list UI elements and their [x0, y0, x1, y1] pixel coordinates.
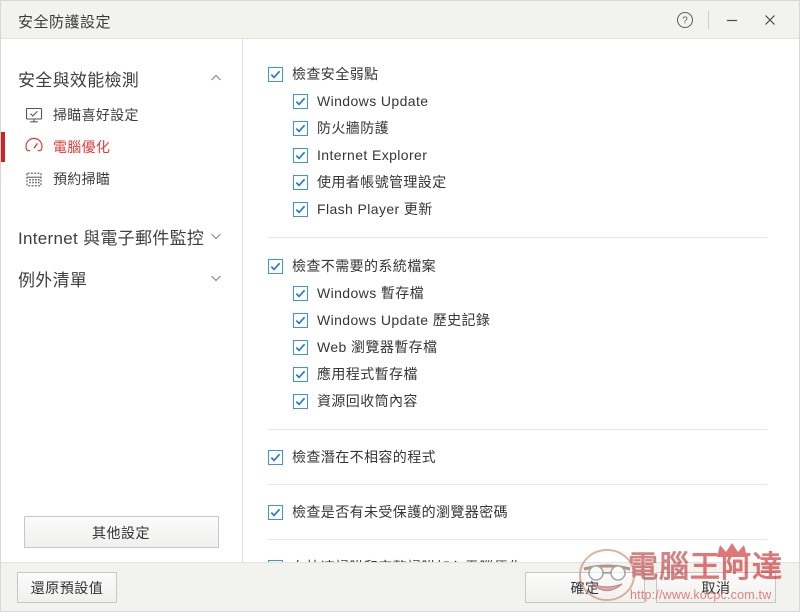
sidebar-section-security-performance[interactable]: 安全與效能檢測 [1, 57, 242, 99]
checkbox-row-windows-temp-files[interactable]: Windows 暫存檔 [244, 284, 799, 302]
window-title: 安全防護設定 [18, 14, 112, 31]
sidebar-section-label: Internet 與電子郵件監控 [18, 228, 205, 248]
checkbox[interactable] [268, 505, 283, 520]
checkbox[interactable] [293, 313, 308, 328]
checkbox-label: 檢查安全弱點 [292, 66, 379, 82]
footer-bar: 還原預設值 確定 取消 [1, 562, 799, 611]
chevron-up-icon [208, 70, 224, 86]
checkbox-row-application-cache[interactable]: 應用程式暫存檔 [244, 365, 799, 383]
sidebar-item-pc-optimization[interactable]: 電腦優化 [1, 131, 242, 163]
svg-text:?: ? [682, 16, 688, 27]
checkbox[interactable] [293, 121, 308, 136]
option-group: 檢查是否有未受保護的瀏覽器密碼 [244, 485, 799, 521]
checkbox-label: 防火牆防護 [317, 120, 389, 136]
checkbox-row-windows-update[interactable]: Windows Update [244, 92, 799, 110]
checkbox-row-windows-update-history[interactable]: Windows Update 歷史記錄 [244, 311, 799, 329]
restore-defaults-button[interactable]: 還原預設值 [17, 572, 117, 603]
checkbox[interactable] [293, 175, 308, 190]
option-group: 檢查不需要的系統檔案 Windows 暫存檔 Windows Update 歷史… [244, 238, 799, 410]
settings-window: 安全防護設定 ? 安全與效能檢測 掃瞄喜好設定 電腦優化 預約掃瞄 Intern… [0, 0, 800, 612]
cancel-button[interactable]: 取消 [656, 572, 776, 603]
checkbox-row-web-browser-cache[interactable]: Web 瀏覽器暫存檔 [244, 338, 799, 356]
checkbox-label: Windows 暫存檔 [317, 285, 425, 301]
control-divider [708, 11, 709, 29]
checkbox[interactable] [293, 94, 308, 109]
other-settings-button[interactable]: 其他設定 [23, 516, 219, 548]
calendar-icon [23, 168, 45, 190]
sidebar-item-label: 掃瞄喜好設定 [53, 107, 139, 123]
sidebar-section-label: 例外清單 [18, 270, 88, 290]
option-group: 檢查安全弱點 Windows Update 防火牆防護 Internet Exp… [244, 39, 799, 218]
checkbox[interactable] [268, 67, 283, 82]
checkbox-label: Internet Explorer [317, 147, 428, 163]
checkbox-label: 使用者帳號管理設定 [317, 174, 447, 190]
checkbox[interactable] [268, 259, 283, 274]
help-icon[interactable]: ? [666, 1, 704, 39]
checkbox-label: Windows Update [317, 93, 429, 109]
checkbox[interactable] [268, 450, 283, 465]
checkbox-label: 檢查不需要的系統檔案 [292, 258, 436, 274]
checkbox-label: Flash Player 更新 [317, 201, 433, 217]
checkbox-row-recycle-bin-contents[interactable]: 資源回收筒內容 [244, 392, 799, 410]
option-group: 檢查潛在不相容的程式 [244, 430, 799, 466]
checkbox[interactable] [293, 286, 308, 301]
checkbox-label: Windows Update 歷史記錄 [317, 312, 491, 328]
checkbox-label: 應用程式暫存檔 [317, 366, 418, 382]
sidebar-section-label: 安全與效能檢測 [18, 70, 140, 90]
window-controls: ? [666, 1, 799, 39]
sidebar: 安全與效能檢測 掃瞄喜好設定 電腦優化 預約掃瞄 Internet 與電子郵件監… [1, 39, 243, 562]
checkbox-row-check-security-vulnerabilities[interactable]: 檢查安全弱點 [244, 65, 799, 83]
checkbox-label: 檢查潛在不相容的程式 [292, 449, 436, 465]
gauge-icon [23, 136, 45, 158]
sidebar-item-label: 電腦優化 [53, 139, 111, 155]
chevron-down-icon [208, 270, 224, 286]
checkbox-label: 檢查是否有未受保護的瀏覽器密碼 [292, 504, 508, 520]
sidebar-section-exception-list[interactable]: 例外清單 [1, 257, 242, 299]
sidebar-item-label: 預約掃瞄 [53, 171, 111, 187]
monitor-check-icon [23, 104, 45, 126]
checkbox-row-firewall[interactable]: 防火牆防護 [244, 119, 799, 137]
title-bar: 安全防護設定 ? [1, 1, 799, 39]
checkbox-row-check-unneeded-system-files[interactable]: 檢查不需要的系統檔案 [244, 257, 799, 275]
checkbox[interactable] [293, 340, 308, 355]
close-icon[interactable] [751, 1, 789, 39]
sidebar-item-scan-preferences[interactable]: 掃瞄喜好設定 [1, 99, 242, 131]
minimize-icon[interactable] [713, 1, 751, 39]
checkbox-row-check-unprotected-browser-passwords[interactable]: 檢查是否有未受保護的瀏覽器密碼 [244, 503, 799, 521]
checkbox[interactable] [293, 202, 308, 217]
checkbox[interactable] [293, 148, 308, 163]
checkbox-label: 資源回收筒內容 [317, 393, 418, 409]
sidebar-item-scheduled-scan[interactable]: 預約掃瞄 [1, 163, 242, 195]
content-area: 安全與效能檢測 掃瞄喜好設定 電腦優化 預約掃瞄 Internet 與電子郵件監… [1, 39, 799, 575]
checkbox-row-flash-player-update[interactable]: Flash Player 更新 [244, 200, 799, 218]
main-panel: 檢查安全弱點 Windows Update 防火牆防護 Internet Exp… [244, 39, 799, 575]
checkbox-row-uac-settings[interactable]: 使用者帳號管理設定 [244, 173, 799, 191]
sidebar-section-internet-email[interactable]: Internet 與電子郵件監控 [1, 215, 242, 257]
chevron-down-icon [208, 228, 224, 244]
checkbox-label: Web 瀏覽器暫存檔 [317, 339, 438, 355]
checkbox[interactable] [293, 367, 308, 382]
checkbox-row-check-incompatible-programs[interactable]: 檢查潛在不相容的程式 [244, 448, 799, 466]
ok-button[interactable]: 確定 [525, 572, 645, 603]
checkbox-row-internet-explorer[interactable]: Internet Explorer [244, 146, 799, 164]
checkbox[interactable] [293, 394, 308, 409]
